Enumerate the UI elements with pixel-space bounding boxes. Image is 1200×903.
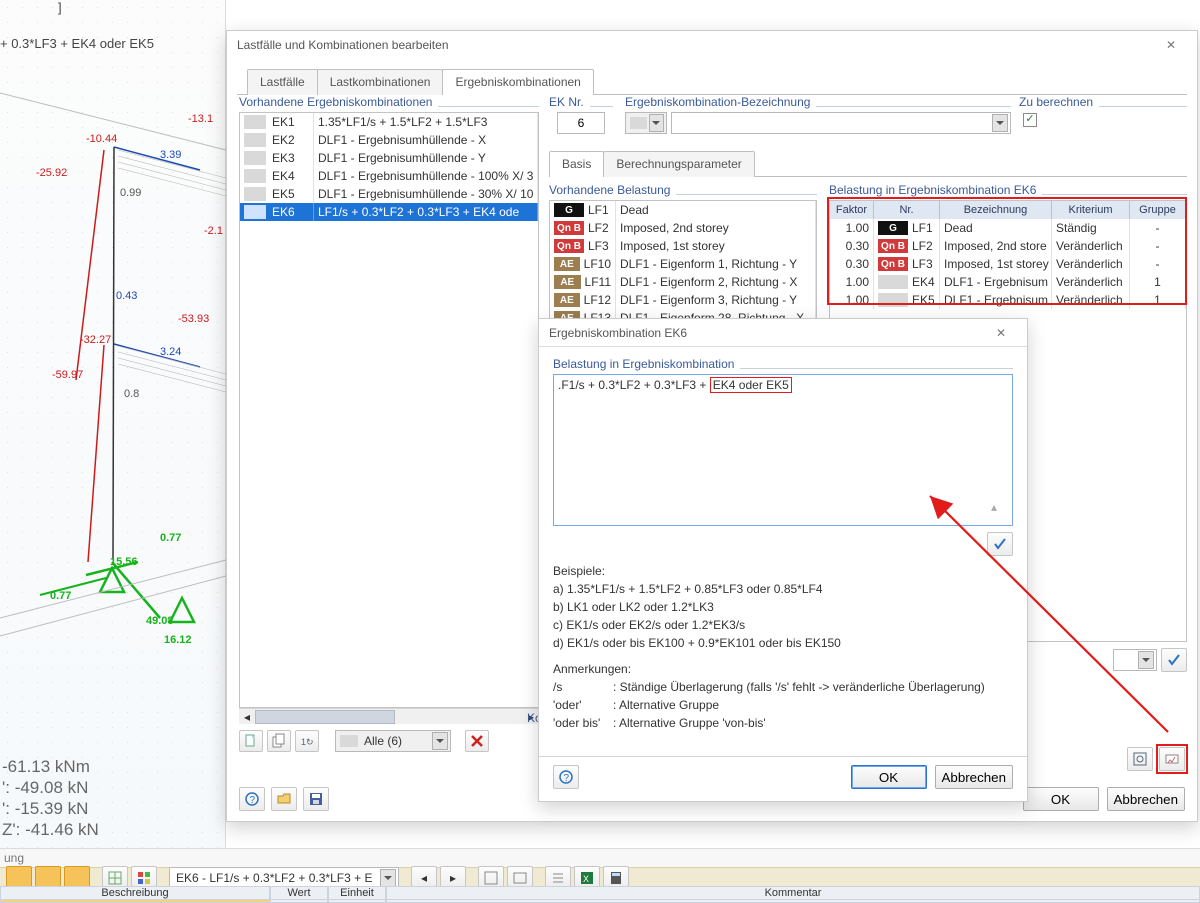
ok-button[interactable]: OK [851, 765, 927, 789]
highlight-text: EK4 oder EK5 [710, 377, 792, 393]
cancel-button[interactable]: Abbrechen [935, 765, 1013, 789]
tab-ergebniskombinationen[interactable]: Ergebniskombinationen [442, 69, 593, 95]
group-label: Vorhandene Ergebniskombinationen [239, 95, 432, 112]
name-dropdown[interactable] [671, 112, 1011, 134]
cancel-button[interactable]: Abbrechen [1107, 787, 1185, 811]
open-button[interactable] [271, 787, 297, 811]
model-value: -32.27 [80, 334, 111, 346]
model-value: -13.1 [188, 113, 213, 125]
model-value: 0.99 [120, 187, 141, 199]
list-item-selected[interactable]: EK6LF1/s + 0.3*LF2 + 0.3*LF3 + EK4 ode [240, 203, 538, 221]
group-label: EK Nr. [549, 95, 584, 112]
details-button[interactable] [1127, 747, 1153, 771]
ok-button[interactable]: OK [1023, 787, 1099, 811]
examples-label: Beispiele: [553, 562, 1013, 580]
group-label: Belastung in Ergebniskombination EK6 [829, 183, 1036, 200]
model-value: 0.8 [124, 388, 139, 400]
svg-text:X: X [583, 874, 589, 884]
model-value: -53.93 [178, 313, 209, 325]
model-value: 16.12 [164, 634, 192, 646]
col-subheader: Wert [270, 886, 328, 900]
formula-caption: + 0.3*LF3 + EK4 oder EK5 [0, 36, 154, 51]
model-value: 15.56 [110, 556, 138, 568]
subtab-basis[interactable]: Basis [549, 151, 604, 177]
model-value: -2.1 [204, 225, 223, 237]
example-text: b) LK1 oder LK2 oder 1.2*LK3 [553, 598, 1013, 616]
delete-button[interactable] [465, 730, 489, 752]
model-value: -59.97 [52, 369, 83, 381]
subtab-params[interactable]: Berechnungsparameter [603, 151, 754, 177]
col-subheader: Kommentar [386, 886, 1200, 900]
formula-editor-dialog: Ergebniskombination EK6 ✕ Belastung in E… [538, 318, 1028, 802]
result-readout: -61.13 kNm ': -49.08 kN ': -15.39 kN Z':… [2, 756, 99, 840]
close-icon[interactable]: ✕ [1151, 38, 1191, 52]
duplicate-button[interactable] [267, 730, 291, 752]
svg-text:1↻: 1↻ [301, 737, 314, 747]
calculate-checkbox[interactable] [1023, 113, 1037, 127]
dialog-title: Ergebniskombination EK6 [549, 326, 687, 340]
validate-button[interactable] [987, 532, 1013, 556]
model-value: 49.08 [146, 615, 174, 627]
example-text: d) EK1/s oder bis EK100 + 0.9*EK101 oder… [553, 634, 1013, 652]
notes-label: Anmerkungen: [553, 660, 1013, 678]
close-icon[interactable]: ✕ [981, 326, 1021, 340]
example-text: c) EK1/s oder EK2/s oder 1.2*EK3/s [553, 616, 1013, 634]
model-value: 0.77 [50, 590, 71, 602]
model-value: 3.24 [160, 346, 181, 358]
group-label: Vorhandene Belastung [549, 183, 670, 200]
badge-dropdown[interactable] [625, 112, 667, 134]
dialog-title: Lastfälle und Kombinationen bearbeiten [237, 38, 449, 52]
model-value: -10.44 [86, 133, 117, 145]
svg-text:?: ? [250, 795, 256, 806]
tab-lastkombinationen[interactable]: Lastkombinationen [317, 69, 444, 95]
available-loads-list[interactable]: GLF1Dead Qn BLF2Imposed, 2nd storey Qn B… [549, 200, 817, 336]
renumber-button[interactable]: 1↻ [295, 730, 319, 752]
filter-dropdown[interactable]: Alle (6) [335, 730, 451, 752]
mini-dropdown[interactable] [1113, 649, 1157, 671]
save-button[interactable] [303, 787, 329, 811]
group-label: Ergebniskombination-Bezeichnung [625, 95, 810, 112]
model-value: 0.77 [160, 532, 181, 544]
group-label: Belastung in Ergebniskombination [553, 357, 734, 374]
model-value: 3.39 [160, 149, 181, 161]
help-button[interactable]: ? [239, 787, 265, 811]
cropped-label: ung [4, 851, 24, 865]
group-label: Zu berechnen [1019, 95, 1093, 112]
tab-lastfaelle[interactable]: Lastfälle [247, 69, 318, 95]
ek-number-input[interactable] [557, 112, 605, 134]
model-value: 0.43 [116, 290, 137, 302]
col-subheader: Beschreibung [0, 886, 270, 900]
svg-text:?: ? [564, 773, 570, 784]
result-combo-list[interactable]: EK11.35*LF1/s + 1.5*LF2 + 1.5*LF3 EK2DLF… [239, 112, 539, 708]
col-subheader: Einheit [328, 886, 386, 900]
apply-button[interactable] [1161, 648, 1187, 672]
viewport-canvas[interactable]: -13.1 -10.44 3.39 -25.92 0.99 -2.1 0.43 … [0, 0, 226, 848]
horizontal-scrollbar[interactable]: ◂ ▸ [239, 708, 539, 724]
new-button[interactable] [239, 730, 263, 752]
example-text: a) 1.35*LF1/s + 1.5*LF2 + 0.85*LF3 oder … [553, 580, 1013, 598]
help-button[interactable]: ? [553, 765, 579, 789]
formula-editor-button[interactable] [1159, 747, 1185, 771]
formula-textarea[interactable]: .F1/s + 0.3*LF2 + 0.3*LF3 + EK4 oder EK5… [553, 374, 1013, 526]
model-value: -25.92 [36, 167, 67, 179]
